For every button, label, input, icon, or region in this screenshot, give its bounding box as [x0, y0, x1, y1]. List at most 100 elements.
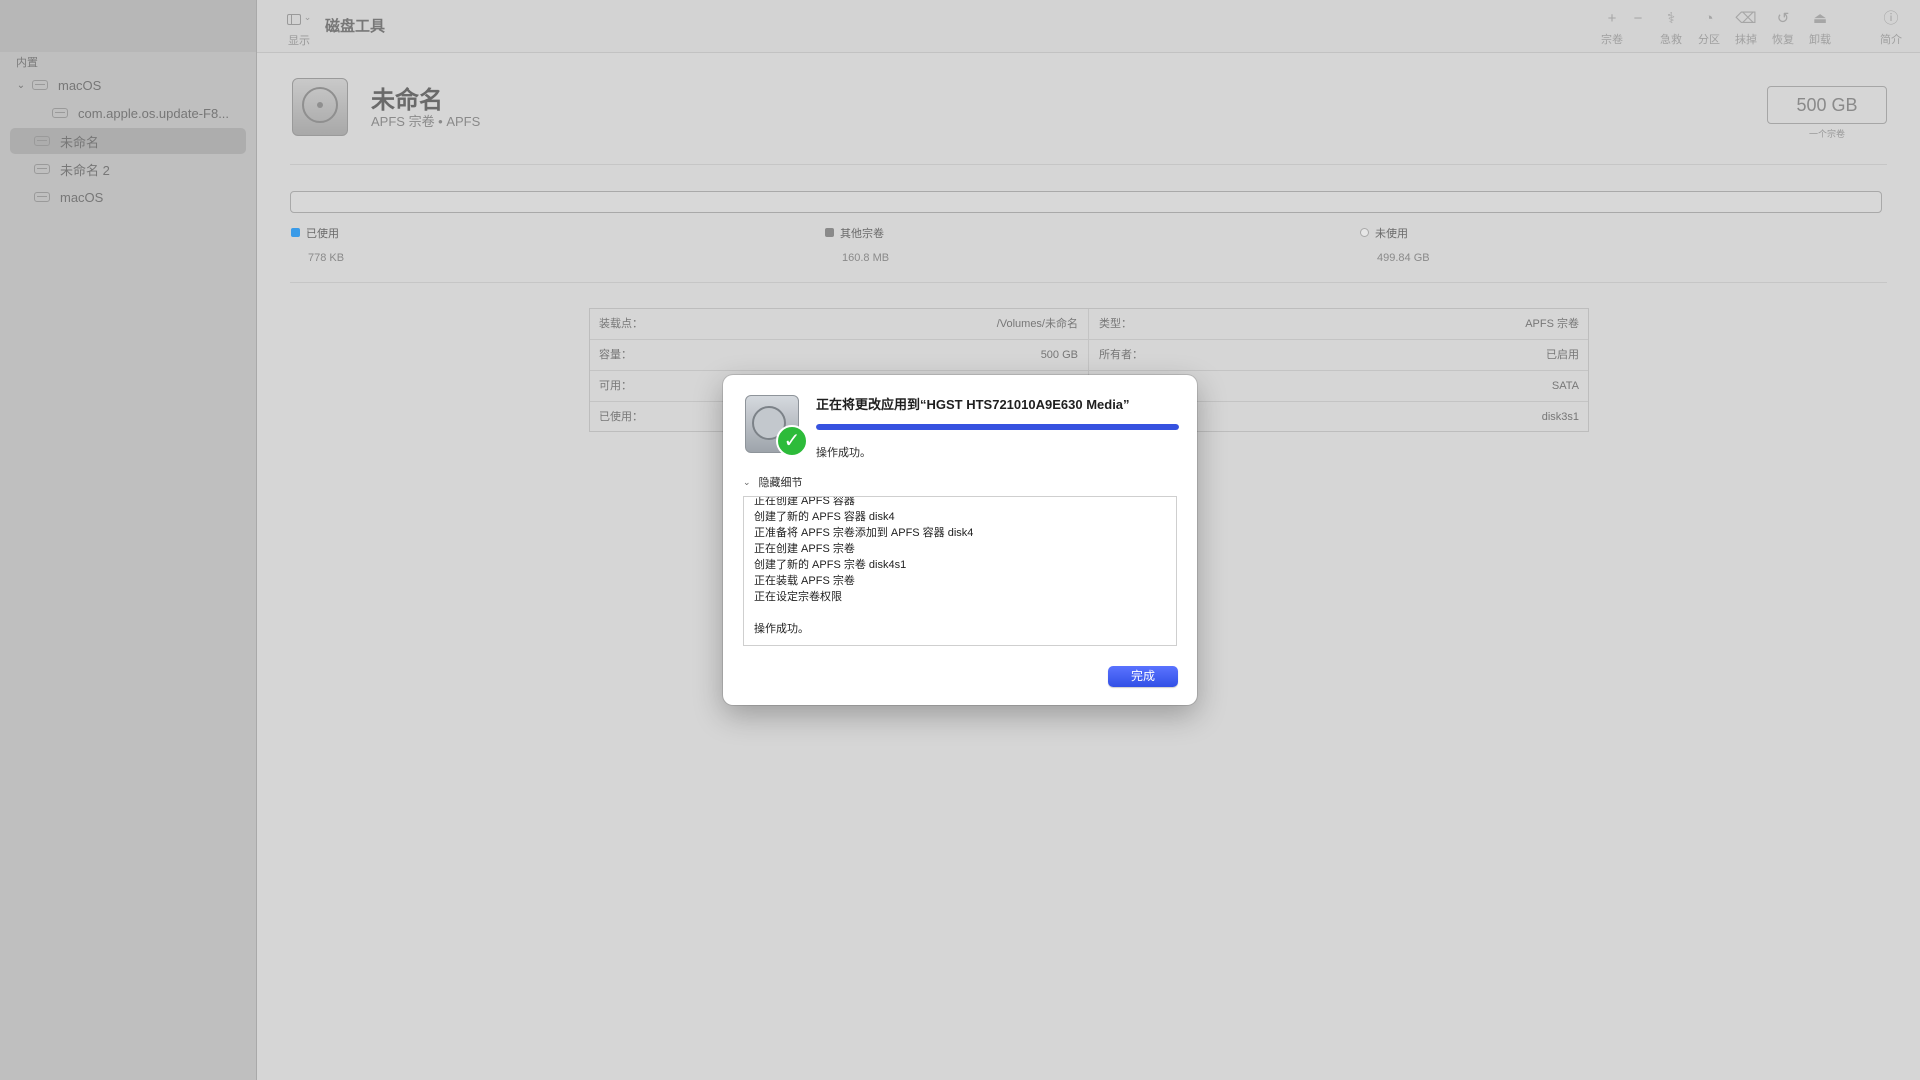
sidebar-item-untitled-2[interactable]: 未命名 2	[10, 156, 246, 182]
drive-icon	[34, 164, 50, 174]
other-swatch	[825, 228, 834, 238]
drive-icon	[34, 136, 50, 146]
info-key: 装载点：	[599, 318, 643, 330]
app-title: 磁盘工具	[325, 18, 386, 35]
erase-icon: ⌫	[1735, 10, 1757, 27]
info-key: 容量：	[599, 349, 632, 361]
info-label: 简介	[1880, 34, 1902, 46]
volume-name: 未命名	[371, 87, 443, 114]
log-line: 正在装载 APFS 宗卷	[754, 575, 855, 587]
partition-label: 分区	[1698, 34, 1720, 46]
view-button[interactable]: ⌄ 显示	[279, 12, 319, 48]
add-volume-label: 宗卷	[1601, 34, 1623, 46]
erase-button[interactable]: ⌫ 抹掉	[1729, 10, 1763, 47]
checkmark-icon: ✓	[776, 425, 808, 457]
drive-icon	[34, 192, 50, 202]
first-aid-label: 急救	[1660, 34, 1682, 46]
restore-icon: ↺	[1776, 10, 1790, 27]
free-swatch	[1360, 228, 1369, 238]
sidebar-item-macos-container[interactable]: ⌄ macOS	[10, 72, 246, 98]
info-value: /Volumes/未命名	[996, 318, 1078, 330]
sidebar-item-label: macOS	[60, 189, 104, 205]
sidebar-titlebar	[0, 0, 256, 52]
view-label: 显示	[288, 35, 310, 47]
info-value: APFS 宗卷	[1525, 318, 1579, 330]
legend-used-label: 已使用	[306, 227, 339, 240]
sidebar-item-label: 未命名	[60, 134, 100, 150]
sidebar-item-label: macOS	[58, 77, 102, 93]
info-button[interactable]: ⓘ 简介	[1874, 10, 1908, 47]
info-row: 装载点： /Volumes/未命名 类型： APFS 宗卷	[590, 309, 1588, 340]
partition-button[interactable]: ◔ 分区	[1692, 10, 1726, 47]
sidebar-section-internal: 内置	[16, 57, 38, 69]
legend-free-value: 499.84 GB	[1377, 252, 1430, 264]
sidebar-item-macos[interactable]: macOS	[10, 184, 246, 210]
progress-bar	[816, 424, 1179, 430]
info-key: 已使用：	[599, 411, 643, 423]
status-text: 操作成功。	[816, 447, 871, 459]
legend-other-value: 160.8 MB	[842, 252, 890, 264]
hide-details-label: 隐藏细节	[758, 477, 803, 489]
stethoscope-icon: ⚕	[1666, 10, 1676, 27]
progress-fill	[816, 424, 1179, 430]
info-row: 容量： 500 GB 所有者： 已启用	[590, 340, 1588, 371]
hide-details-toggle[interactable]: ⌄ 隐藏细节	[743, 474, 803, 490]
info-key: 所有者：	[1099, 349, 1143, 361]
dialog-title: 正在将更改应用到“HGST HTS721010A9E630 Media”	[816, 397, 1130, 412]
drive-icon	[52, 108, 68, 118]
chevron-down-icon: ⌄	[743, 476, 751, 487]
legend-free: 未使用 499.84 GB	[1360, 224, 1430, 264]
log-line: 创建了新的 APFS 容器 disk4	[754, 511, 895, 523]
volume-subtitle: APFS 宗卷 • APFS	[371, 114, 481, 129]
log-line: 操作成功。	[754, 623, 809, 635]
used-swatch	[291, 228, 300, 238]
log-content: 正在创建 APFS 容器创建了新的 APFS 容器 disk4 正准备将 APFS…	[754, 496, 1166, 637]
sidebar-item-label: com.apple.os.update-F8...	[78, 105, 230, 121]
legend-used-value: 778 KB	[308, 252, 345, 264]
sidebar-item-label: 未命名 2	[60, 162, 110, 178]
chevron-down-icon: ⌄	[303, 12, 312, 22]
info-key: 类型：	[1099, 318, 1132, 330]
info-value: disk3s1	[1541, 411, 1579, 423]
log-line: 正在设定宗卷权限	[754, 591, 842, 603]
hard-drive-icon	[292, 78, 348, 136]
partition-icon: ◔	[1704, 10, 1714, 27]
divider	[290, 164, 1887, 165]
erase-label: 抹掉	[1735, 34, 1757, 46]
sidebar-view-icon	[286, 14, 301, 25]
log-line: 正在创建 APFS 容器	[754, 496, 855, 507]
legend-free-label: 未使用	[1375, 227, 1408, 240]
remove-volume-button[interactable]: −	[1621, 10, 1655, 31]
info-value: SATA	[1551, 380, 1579, 392]
log-line: 创建了新的 APFS 宗卷 disk4s1	[754, 559, 907, 571]
log-line: 正准备将 APFS 宗卷添加到 APFS 容器 disk4	[754, 527, 974, 539]
minus-icon: −	[1633, 10, 1643, 27]
sidebar: 内置 ⌄ macOS com.apple.os.update-F8... 未命名…	[0, 0, 257, 1080]
restore-label: 恢复	[1772, 34, 1794, 46]
sidebar-item-untitled[interactable]: 未命名	[10, 128, 246, 154]
drive-icon	[32, 80, 48, 90]
done-button[interactable]: 完成	[1108, 666, 1178, 687]
apply-changes-dialog: ✓ 正在将更改应用到“HGST HTS721010A9E630 Media” 操…	[723, 375, 1197, 705]
unmount-label: 卸载	[1809, 34, 1831, 46]
unmount-button[interactable]: ⏏ 卸载	[1803, 10, 1837, 47]
toolbar: ⌄ 显示 磁盘工具 + 宗卷 − ⚕ 急救 ◔ 分区 ⌫ 抹掉 ↺ 恢复 ⏏ 卸…	[257, 0, 1920, 53]
sidebar-item-update-volume[interactable]: com.apple.os.update-F8...	[10, 100, 246, 126]
info-icon: ⓘ	[1883, 10, 1899, 27]
legend-other: 其他宗卷 160.8 MB	[825, 224, 889, 264]
info-value: 已启用	[1546, 349, 1579, 361]
first-aid-button[interactable]: ⚕ 急救	[1654, 10, 1688, 47]
volume-size: 500 GB	[1767, 86, 1887, 124]
usage-bar	[290, 191, 1882, 213]
restore-button[interactable]: ↺ 恢复	[1766, 10, 1800, 47]
legend-used: 已使用 778 KB	[291, 224, 344, 264]
chevron-down-icon[interactable]: ⌄	[14, 80, 28, 91]
divider	[290, 282, 1887, 283]
log-view[interactable]: 正在创建 APFS 容器创建了新的 APFS 容器 disk4 正准备将 APFS…	[743, 496, 1177, 646]
info-value: 500 GB	[1040, 349, 1078, 361]
log-line: 正在创建 APFS 宗卷	[754, 543, 855, 555]
eject-icon: ⏏	[1812, 10, 1828, 27]
volume-size-caption: 一个宗卷	[1808, 129, 1845, 139]
info-key: 可用：	[599, 380, 632, 392]
